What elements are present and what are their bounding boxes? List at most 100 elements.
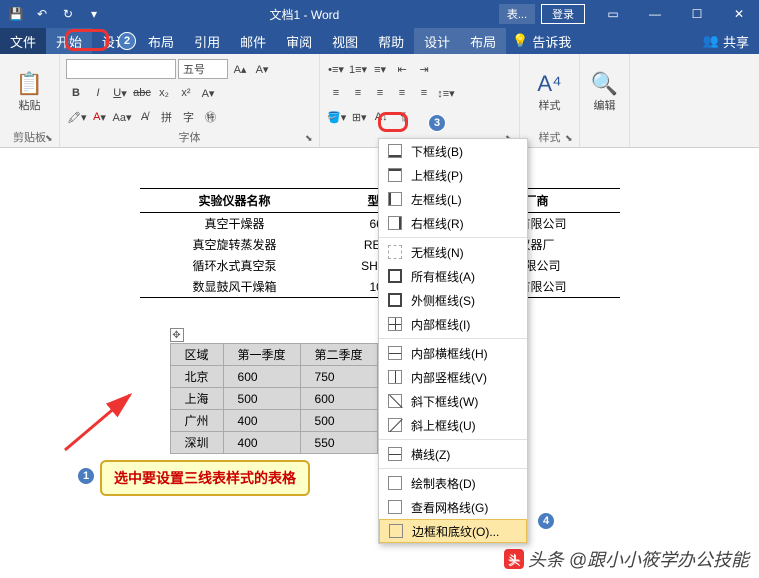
strike-button[interactable]: abc (132, 83, 152, 103)
menu-item-inside[interactable]: 内部框线(I) (379, 312, 527, 336)
menu-item-vinside[interactable]: 内部竖框线(V) (379, 365, 527, 389)
tab-table-design[interactable]: 设计 (414, 28, 460, 54)
save-button[interactable]: 💾 (4, 2, 28, 26)
menu-item-dialog[interactable]: 边框和底纹(O)... (379, 519, 527, 543)
tab-review[interactable]: 审阅 (276, 28, 322, 54)
italic-button[interactable]: I (88, 83, 108, 103)
tab-help[interactable]: 帮助 (368, 28, 414, 54)
editing-button[interactable]: 🔍 编辑 (586, 56, 623, 128)
styles-button[interactable]: A⁴ 样式 (526, 56, 573, 128)
sort-button[interactable]: A↓ (371, 107, 391, 127)
minimize-button[interactable]: — (635, 0, 675, 28)
table-cell[interactable]: 500 (300, 410, 377, 432)
tell-me[interactable]: 💡告诉我 (512, 32, 571, 51)
menu-item-draw[interactable]: 绘制表格(D) (379, 471, 527, 495)
underline-button[interactable]: U▾ (110, 83, 130, 103)
redo-button[interactable]: ↻ (56, 2, 80, 26)
grow-font-button[interactable]: A▴ (230, 59, 250, 79)
menu-item-top[interactable]: 上框线(P) (379, 163, 527, 187)
menu-item-label: 内部框线(I) (411, 316, 470, 333)
superscript-button[interactable]: x² (176, 83, 196, 103)
table-cell[interactable]: 400 (223, 410, 300, 432)
menu-item-grid[interactable]: 查看网格线(G) (379, 495, 527, 519)
maximize-button[interactable]: ☐ (677, 0, 717, 28)
menu-item-none[interactable]: 无框线(N) (379, 240, 527, 264)
font-name-combo[interactable] (66, 59, 176, 79)
table-cell[interactable]: 上海 (170, 388, 223, 410)
align-right-button[interactable]: ≡ (370, 83, 390, 103)
decrease-indent-button[interactable]: ⇤ (392, 59, 412, 79)
tab-view[interactable]: 视图 (322, 28, 368, 54)
menu-item-hline[interactable]: 横线(Z) (379, 442, 527, 466)
paste-button[interactable]: 📋 粘贴 (6, 56, 53, 128)
multilevel-button[interactable]: ≡▾ (370, 59, 390, 79)
table-cell[interactable]: 600 (223, 366, 300, 388)
ribbon-display-button[interactable]: ▭ (593, 0, 633, 28)
clear-format-button[interactable]: A̸ (134, 107, 154, 127)
table-header[interactable]: 区域 (170, 344, 223, 366)
close-button[interactable]: ✕ (719, 0, 759, 28)
tab-home[interactable]: 开始 (46, 28, 92, 54)
qat-customize[interactable]: ▾ (82, 2, 106, 26)
styles-launcher[interactable]: ⬊ (565, 133, 577, 145)
menu-item-label: 上框线(P) (411, 167, 463, 184)
table-cell[interactable]: 600 (300, 388, 377, 410)
justify-button[interactable]: ≡ (392, 83, 412, 103)
table-cell[interactable]: 500 (223, 388, 300, 410)
table-header[interactable]: 第一季度 (223, 344, 300, 366)
share-button[interactable]: 👥共享 (693, 32, 759, 51)
menu-item-diagup[interactable]: 斜上框线(U) (379, 413, 527, 437)
numbering-button[interactable]: 1≡▾ (348, 59, 368, 79)
menu-item-label: 右框线(R) (411, 215, 464, 232)
table-cell[interactable]: 400 (223, 432, 300, 454)
border-icon-draw (387, 475, 403, 491)
tab-mailings[interactable]: 邮件 (230, 28, 276, 54)
enclosed-char-button[interactable]: ㊕ (200, 107, 220, 127)
menu-item-label: 外侧框线(S) (411, 292, 475, 309)
table-cell[interactable]: 广州 (170, 410, 223, 432)
login-button[interactable]: 登录 (541, 4, 585, 24)
table-cell[interactable]: 550 (300, 432, 377, 454)
menu-item-label: 边框和底纹(O)... (412, 523, 499, 540)
table-move-handle[interactable]: ✥ (170, 328, 184, 342)
border-icon-diagdown (387, 393, 403, 409)
bullets-button[interactable]: •≡▾ (326, 59, 346, 79)
menu-item-right[interactable]: 右框线(R) (379, 211, 527, 235)
subscript-button[interactable]: x₂ (154, 83, 174, 103)
align-left-button[interactable]: ≡ (326, 83, 346, 103)
align-center-button[interactable]: ≡ (348, 83, 368, 103)
table-header[interactable]: 第二季度 (300, 344, 377, 366)
menu-item-outside[interactable]: 外侧框线(S) (379, 288, 527, 312)
table-cell[interactable]: 北京 (170, 366, 223, 388)
menu-item-left[interactable]: 左框线(L) (379, 187, 527, 211)
tab-table-layout[interactable]: 布局 (460, 28, 506, 54)
font-launcher[interactable]: ⬊ (305, 133, 317, 145)
distributed-button[interactable]: ≡ (414, 83, 434, 103)
table-cell[interactable]: 750 (300, 366, 377, 388)
font-color-button[interactable]: A▾ (90, 107, 110, 127)
change-case-button[interactable]: Aa▾ (112, 107, 133, 127)
shading-button[interactable]: 🪣▾ (326, 107, 347, 127)
highlight-button[interactable]: 🖍▾ (66, 107, 88, 127)
phonetic-button[interactable]: 拼 (156, 107, 176, 127)
table-cell: 数显鼓风干燥箱 (140, 276, 330, 298)
menu-item-all[interactable]: 所有框线(A) (379, 264, 527, 288)
menu-item-hinside[interactable]: 内部横框线(H) (379, 341, 527, 365)
tab-references[interactable]: 引用 (184, 28, 230, 54)
tab-layout[interactable]: 布局 (138, 28, 184, 54)
undo-button[interactable]: ↶ (30, 2, 54, 26)
tab-file[interactable]: 文件 (0, 28, 46, 54)
table-cell[interactable]: 深圳 (170, 432, 223, 454)
clipboard-launcher[interactable]: ⬊ (45, 133, 57, 145)
char-border-button[interactable]: 字 (178, 107, 198, 127)
font-size-combo[interactable]: 五号 (178, 59, 228, 79)
bold-button[interactable]: B (66, 83, 86, 103)
line-spacing-button[interactable]: ↕≡▾ (436, 83, 456, 103)
shrink-font-button[interactable]: A▾ (252, 59, 272, 79)
borders-button[interactable]: ⊞▾ (349, 107, 369, 127)
menu-item-diagdown[interactable]: 斜下框线(W) (379, 389, 527, 413)
menu-item-bottom[interactable]: 下框线(B) (379, 139, 527, 163)
text-effects-button[interactable]: A▾ (198, 83, 218, 103)
increase-indent-button[interactable]: ⇥ (414, 59, 434, 79)
show-marks-button[interactable]: ¶ (393, 107, 413, 127)
